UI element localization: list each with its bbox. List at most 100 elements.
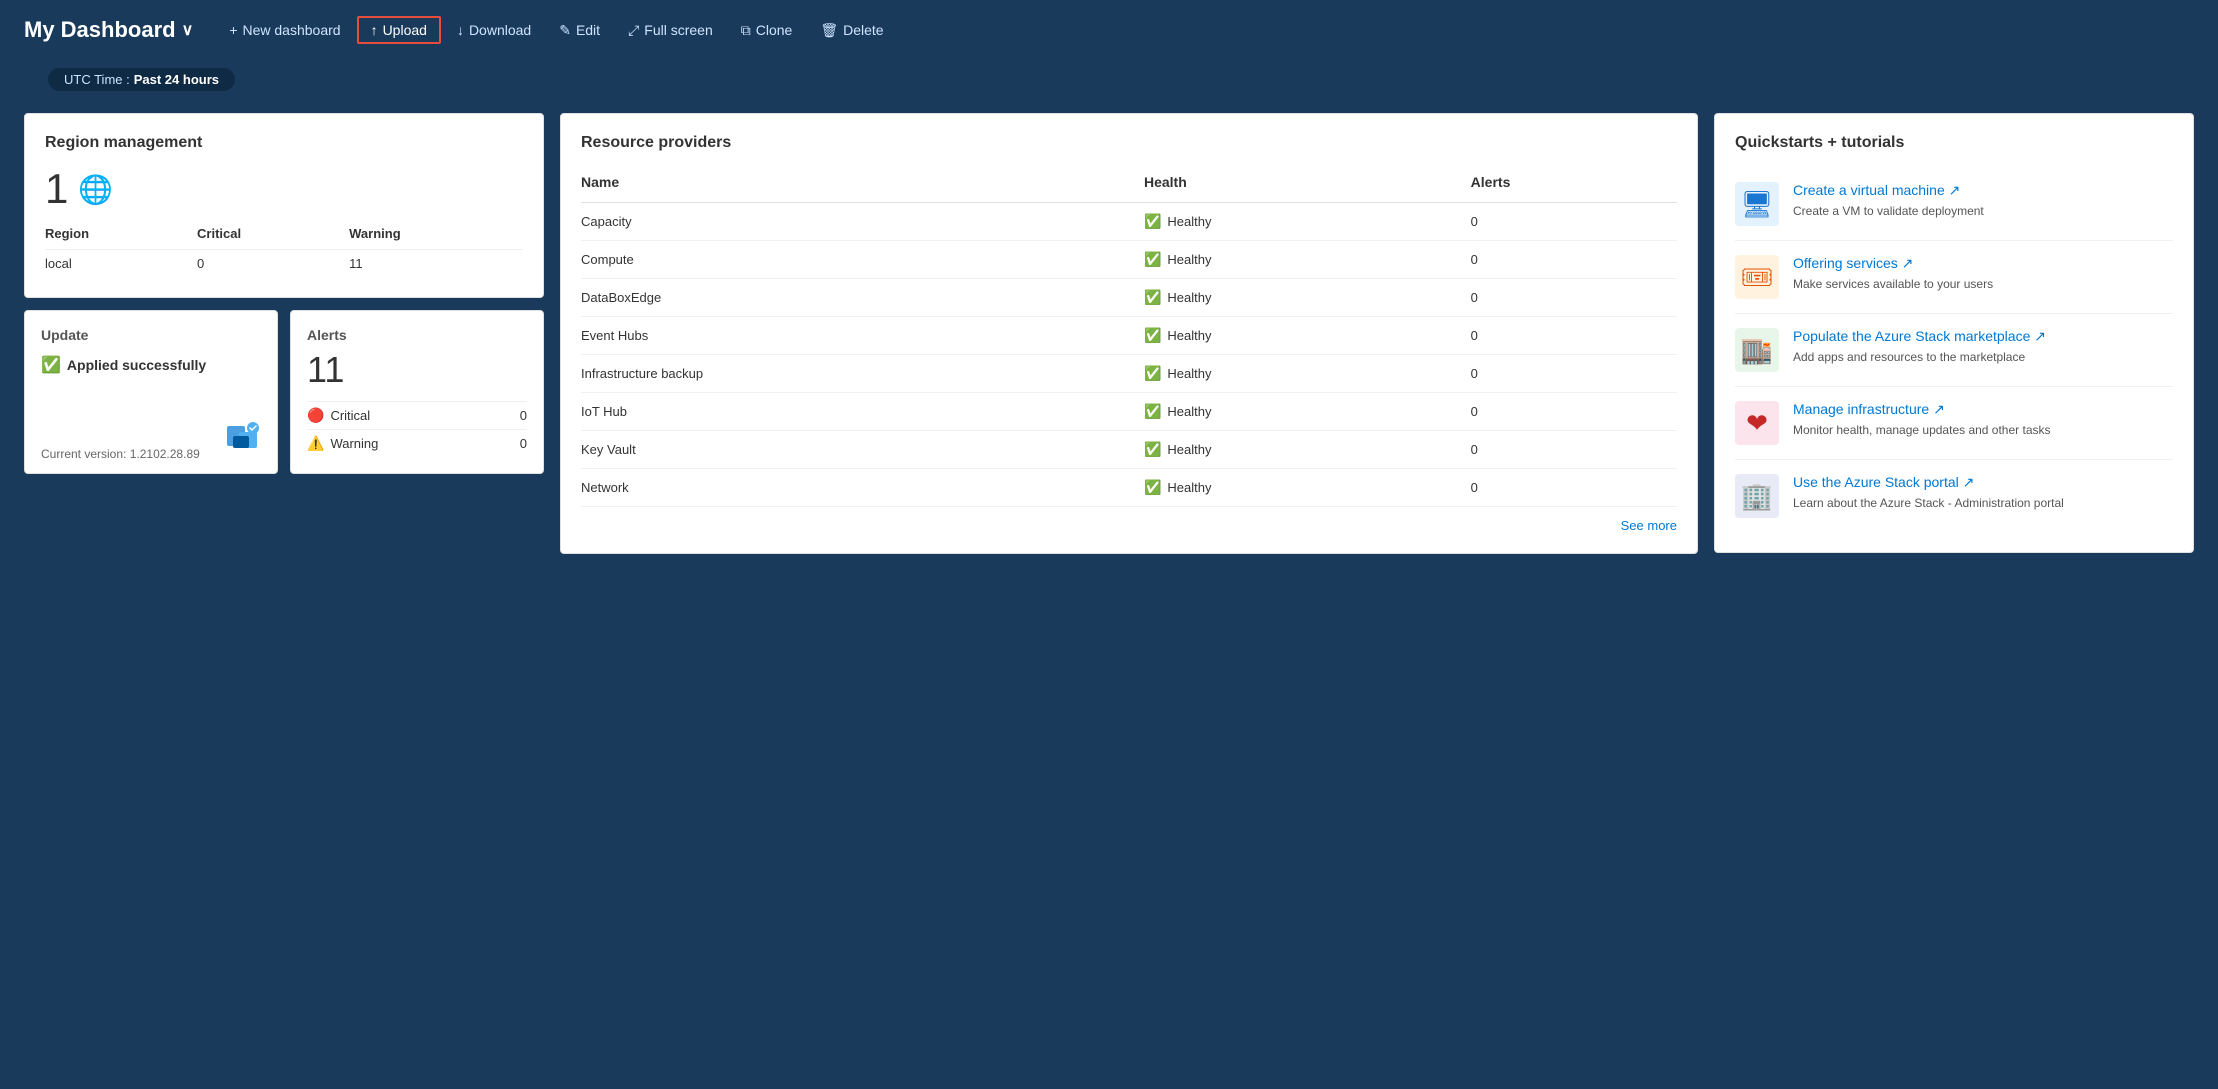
version-label: Current version: [41,447,126,461]
alert-row: 🔴 Critical 0 [307,401,527,429]
rp-name: IoT Hub [581,393,1144,431]
download-label: Download [469,22,531,38]
health-status: Healthy [1167,214,1211,229]
region-col-header: Region [45,222,197,250]
clone-icon: ⧉ [741,22,751,39]
rp-table-row: Event Hubs ✅ Healthy 0 [581,317,1677,355]
quickstart-text-create-vm: Create a virtual machine ↗ Create a VM t… [1793,182,1984,220]
quickstart-text-offering-services: Offering services ↗ Make services availa… [1793,255,1993,293]
alert-label: Warning [330,436,513,451]
alert-label: Critical [330,408,513,423]
utc-badge: UTC Time : Past 24 hours [48,68,235,91]
rp-alerts-count: 0 [1471,241,1677,279]
upload-icon: ↑ [371,22,378,38]
rp-alerts-count: 0 [1471,431,1677,469]
rp-name: Network [581,469,1144,507]
health-ok-icon: ✅ [1144,441,1161,458]
middle-column: Resource providers Name Health Alerts Ca… [560,113,1698,554]
dashboard-title: My Dashboard ∨ [24,17,193,43]
health-ok-icon: ✅ [1144,213,1161,230]
version-info: Current version: 1.2102.28.89 [41,447,200,461]
quickstart-desc-create-vm: Create a VM to validate deployment [1793,203,1984,220]
fullscreen-button[interactable]: ⤢ Full screen [616,16,725,45]
quickstart-text-manage-infra: Manage infrastructure ↗ Monitor health, … [1793,401,2051,439]
region-count: 1 [45,168,68,210]
bottom-left-row: Update ✅ Applied successfully Current ve… [24,310,544,474]
region-table: Region Critical Warning local 0 11 [45,222,523,277]
rp-table-row: Capacity ✅ Healthy 0 [581,203,1677,241]
health-status: Healthy [1167,328,1211,343]
quickstart-item-offering-services[interactable]: 🎟 Offering services ↗ Make services avai… [1735,241,2173,314]
quickstart-icon-manage-infra: ❤ [1735,401,1779,445]
quickstart-desc-azure-portal: Learn about the Azure Stack - Administra… [1793,495,2064,512]
quickstarts-list: 🖥 Create a virtual machine ↗ Create a VM… [1735,168,2173,532]
quickstart-item-create-vm[interactable]: 🖥 Create a virtual machine ↗ Create a VM… [1735,168,2173,241]
quickstart-item-azure-marketplace[interactable]: 🏬 Populate the Azure Stack marketplace ↗… [1735,314,2173,387]
delete-button[interactable]: 🗑 Delete [808,16,895,45]
alert-rows: 🔴 Critical 0 ⚠️ Warning 0 [307,401,527,457]
region-name: local [45,250,197,278]
rp-alerts-count: 0 [1471,469,1677,507]
rp-health: ✅ Healthy [1144,317,1471,355]
new-dashboard-button[interactable]: + New dashboard [217,16,352,44]
see-more-container: See more [581,507,1677,533]
rp-health: ✅ Healthy [1144,241,1471,279]
globe-icon: 🌐 [78,173,113,206]
alert-value: 0 [520,436,527,451]
rp-alerts-count: 0 [1471,317,1677,355]
health-ok-icon: ✅ [1144,289,1161,306]
alert-value: 0 [520,408,527,423]
delete-label: Delete [843,22,883,38]
clone-button[interactable]: ⧉ Clone [729,16,805,45]
quickstart-item-manage-infra[interactable]: ❤ Manage infrastructure ↗ Monitor health… [1735,387,2173,460]
rp-name: Capacity [581,203,1144,241]
title-chevron-icon[interactable]: ∨ [182,20,194,40]
rp-health: ✅ Healthy [1144,203,1471,241]
quickstart-icon-create-vm: 🖥 [1735,182,1779,226]
critical-col-header: Critical [197,222,349,250]
clone-label: Clone [756,22,793,38]
edit-button[interactable]: ✎ Edit [547,16,612,45]
quickstart-desc-manage-infra: Monitor health, manage updates and other… [1793,422,2051,439]
rp-health-header: Health [1144,168,1471,203]
region-count-row: 1 🌐 [45,168,523,210]
rp-table-row: IoT Hub ✅ Healthy 0 [581,393,1677,431]
quickstarts-card: Quickstarts + tutorials 🖥 Create a virtu… [1714,113,2194,553]
rp-table-row: DataBoxEdge ✅ Healthy 0 [581,279,1677,317]
quickstart-link-azure-marketplace[interactable]: Populate the Azure Stack marketplace ↗ [1793,328,2046,345]
health-status: Healthy [1167,404,1211,419]
rp-alerts-count: 0 [1471,203,1677,241]
quickstart-link-azure-portal[interactable]: Use the Azure Stack portal ↗ [1793,474,2064,491]
rp-health: ✅ Healthy [1144,469,1471,507]
quickstart-link-offering-services[interactable]: Offering services ↗ [1793,255,1993,272]
left-column: Region management 1 🌐 Region Critical Wa… [24,113,544,554]
quickstart-text-azure-marketplace: Populate the Azure Stack marketplace ↗ A… [1793,328,2046,366]
rp-health: ✅ Healthy [1144,393,1471,431]
quickstart-desc-azure-marketplace: Add apps and resources to the marketplac… [1793,349,2046,366]
rp-alerts-count: 0 [1471,355,1677,393]
quickstart-link-create-vm[interactable]: Create a virtual machine ↗ [1793,182,1984,199]
rp-table-row: Compute ✅ Healthy 0 [581,241,1677,279]
new-dashboard-label: New dashboard [243,22,341,38]
upload-button[interactable]: ↑ Upload [357,16,441,44]
download-button[interactable]: ↓ Download [445,16,543,44]
plus-icon: + [229,22,237,38]
update-title: Update [41,327,261,343]
resource-providers-card: Resource providers Name Health Alerts Ca… [560,113,1698,554]
update-status-text: Applied successfully [67,357,206,373]
rp-table-row: Infrastructure backup ✅ Healthy 0 [581,355,1677,393]
quickstart-link-manage-infra[interactable]: Manage infrastructure ↗ [1793,401,2051,418]
health-status: Healthy [1167,252,1211,267]
health-status: Healthy [1167,366,1211,381]
see-more-button[interactable]: See more [1621,518,1677,533]
region-table-row: local 0 11 [45,250,523,278]
rp-table: Name Health Alerts Capacity ✅ Healthy 0 … [581,168,1677,507]
rp-alerts-count: 0 [1471,393,1677,431]
delete-icon: 🗑 [820,22,838,39]
quickstart-item-azure-portal[interactable]: 🏢 Use the Azure Stack portal ↗ Learn abo… [1735,460,2173,532]
warning-icon: ⚠️ [307,435,324,452]
rp-alerts-count: 0 [1471,279,1677,317]
check-icon: ✅ [41,355,61,375]
health-ok-icon: ✅ [1144,403,1161,420]
download-icon: ↓ [457,22,464,38]
